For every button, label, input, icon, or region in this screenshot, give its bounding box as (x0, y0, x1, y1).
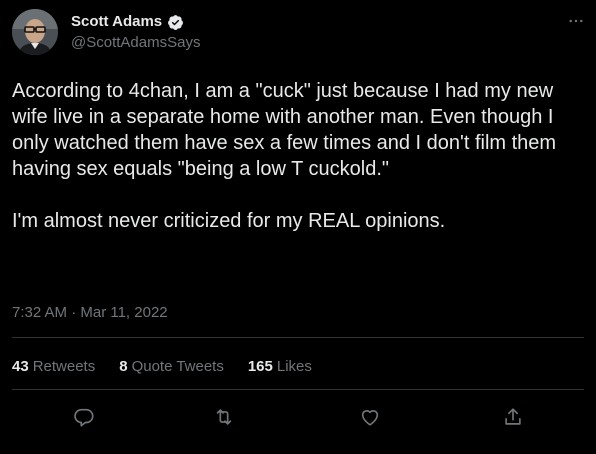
likes-stat[interactable]: 165 Likes (248, 358, 312, 376)
heart-icon (361, 410, 379, 426)
avatar-image (12, 9, 58, 55)
likes-count: 165 (247, 358, 273, 375)
more-horizontal-icon[interactable] (566, 11, 586, 31)
author-handle[interactable]: @ScottAdamsSays (71, 34, 200, 52)
share-icon (505, 408, 521, 425)
avatar[interactable] (12, 9, 58, 55)
action-bar (0, 400, 596, 434)
quote-tweets-label: Quote Tweets (131, 358, 224, 375)
author-name-row[interactable]: Scott Adams (71, 13, 184, 31)
quote-tweets-count: 8 (119, 358, 128, 375)
retweet-icon (216, 409, 232, 425)
tweet-detail: Scott Adams @ScottAdamsSays According to… (0, 0, 596, 454)
share-button[interactable] (501, 405, 525, 429)
tweet-timestamp[interactable]: 7:32 AM · Mar 11, 2022 (12, 304, 168, 322)
quote-tweets-stat[interactable]: 8 Quote Tweets (119, 358, 224, 376)
reply-button[interactable] (72, 405, 96, 429)
engagement-stats: 43 Retweets 8 Quote Tweets 165 Likes (12, 358, 312, 376)
author-display-name[interactable]: Scott Adams (71, 13, 162, 31)
reply-icon (74, 408, 94, 427)
retweets-stat[interactable]: 43 Retweets (12, 358, 95, 376)
verified-badge-icon (168, 14, 184, 30)
retweets-label: Retweets (32, 358, 96, 375)
like-button[interactable] (358, 405, 382, 429)
tweet-text: According to 4chan, I am a "cuck" just b… (12, 80, 557, 232)
retweet-button[interactable] (212, 405, 236, 429)
retweets-count: 43 (12, 358, 29, 375)
divider (12, 337, 584, 338)
divider (12, 389, 584, 390)
likes-label: Likes (276, 358, 312, 375)
